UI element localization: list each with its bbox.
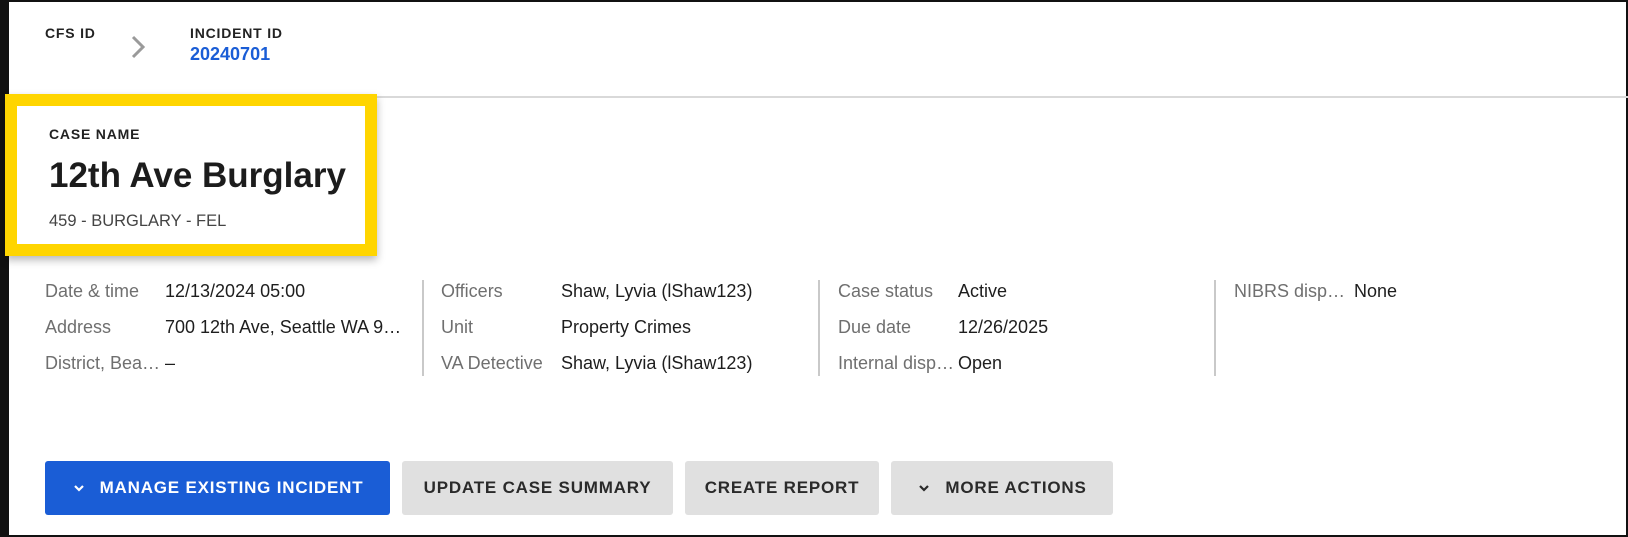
details-column-incident: Date & time 12/13/2024 05:00 Address 700… xyxy=(45,278,405,378)
details-column-personnel: Officers Shaw, Lyvia (lShaw123) Unit Pro… xyxy=(441,278,801,378)
chevron-down-icon xyxy=(72,481,86,495)
header-divider xyxy=(360,96,1628,98)
internal-disposition-label: Internal disp… xyxy=(838,353,955,373)
due-date-label: Due date xyxy=(838,317,912,337)
detail-row: VA Detective Shaw, Lyvia (lShaw123) xyxy=(441,353,801,377)
more-actions-label: MORE ACTIONS xyxy=(945,478,1087,497)
detail-row: Address 700 12th Ave, Seattle WA 98… xyxy=(45,317,405,341)
case-status-label: Case status xyxy=(838,281,934,301)
va-detective-value: Shaw, Lyvia (lShaw123) xyxy=(561,353,753,373)
manage-existing-incident-button[interactable]: MANAGE EXISTING INCIDENT xyxy=(45,461,390,515)
due-date-value: 12/26/2025 xyxy=(958,317,1049,337)
manage-existing-incident-label: MANAGE EXISTING INCIDENT xyxy=(99,478,364,497)
column-divider xyxy=(818,280,820,376)
details-column-nibrs: NIBRS dispo… None xyxy=(1234,278,1594,378)
incident-id-link[interactable]: 20240701 xyxy=(190,44,270,65)
details-column-status: Case status Active Due date 12/26/2025 I… xyxy=(838,278,1198,378)
date-time-value: 12/13/2024 05:00 xyxy=(165,281,306,301)
unit-value: Property Crimes xyxy=(561,317,692,337)
chevron-right-icon xyxy=(127,33,149,61)
incident-id-label: INCIDENT ID xyxy=(190,25,283,41)
case-name-label: CASE NAME xyxy=(49,126,141,142)
column-divider xyxy=(1214,280,1216,376)
internal-disposition-value: Open xyxy=(958,353,1003,373)
case-name-highlight: CASE NAME 12th Ave Burglary 459 - BURGLA… xyxy=(5,94,377,256)
more-actions-button[interactable]: MORE ACTIONS xyxy=(891,461,1113,515)
detail-row: Internal disp… Open xyxy=(838,353,1198,377)
detail-row: Case status Active xyxy=(838,281,1198,305)
district-beat-label: District, Beat,… xyxy=(45,353,165,373)
chevron-down-icon xyxy=(917,481,931,495)
column-divider xyxy=(422,280,424,376)
create-report-button[interactable]: CREATE REPORT xyxy=(685,461,879,515)
va-detective-label: VA Detective xyxy=(441,353,543,373)
case-status-value: Active xyxy=(958,281,1008,301)
update-case-summary-button[interactable]: UPDATE CASE SUMMARY xyxy=(402,461,673,515)
officers-value: Shaw, Lyvia (lShaw123) xyxy=(561,281,753,301)
nibrs-disposition-value: None xyxy=(1354,281,1398,301)
address-value: 700 12th Ave, Seattle WA 98… xyxy=(165,317,405,337)
cfs-id-label[interactable]: CFS ID xyxy=(45,25,96,41)
incident-detail-panel xyxy=(0,0,1628,537)
detail-row: Date & time 12/13/2024 05:00 xyxy=(45,281,405,305)
officers-label: Officers xyxy=(441,281,503,301)
nibrs-disposition-label: NIBRS dispo… xyxy=(1234,281,1354,301)
district-beat-value: – xyxy=(165,353,176,373)
detail-row: Unit Property Crimes xyxy=(441,317,801,341)
detail-row: Due date 12/26/2025 xyxy=(838,317,1198,341)
detail-row: District, Beat,… – xyxy=(45,353,405,377)
address-label: Address xyxy=(45,317,112,337)
create-report-label: CREATE REPORT xyxy=(704,478,860,497)
unit-label: Unit xyxy=(441,317,474,337)
case-title: 12th Ave Burglary xyxy=(49,156,346,195)
detail-row: Officers Shaw, Lyvia (lShaw123) xyxy=(441,281,801,305)
update-case-summary-label: UPDATE CASE SUMMARY xyxy=(423,478,652,497)
case-offense: 459 - BURGLARY - FEL xyxy=(49,212,227,230)
detail-row: NIBRS dispo… None xyxy=(1234,281,1594,305)
date-time-label: Date & time xyxy=(45,281,140,301)
